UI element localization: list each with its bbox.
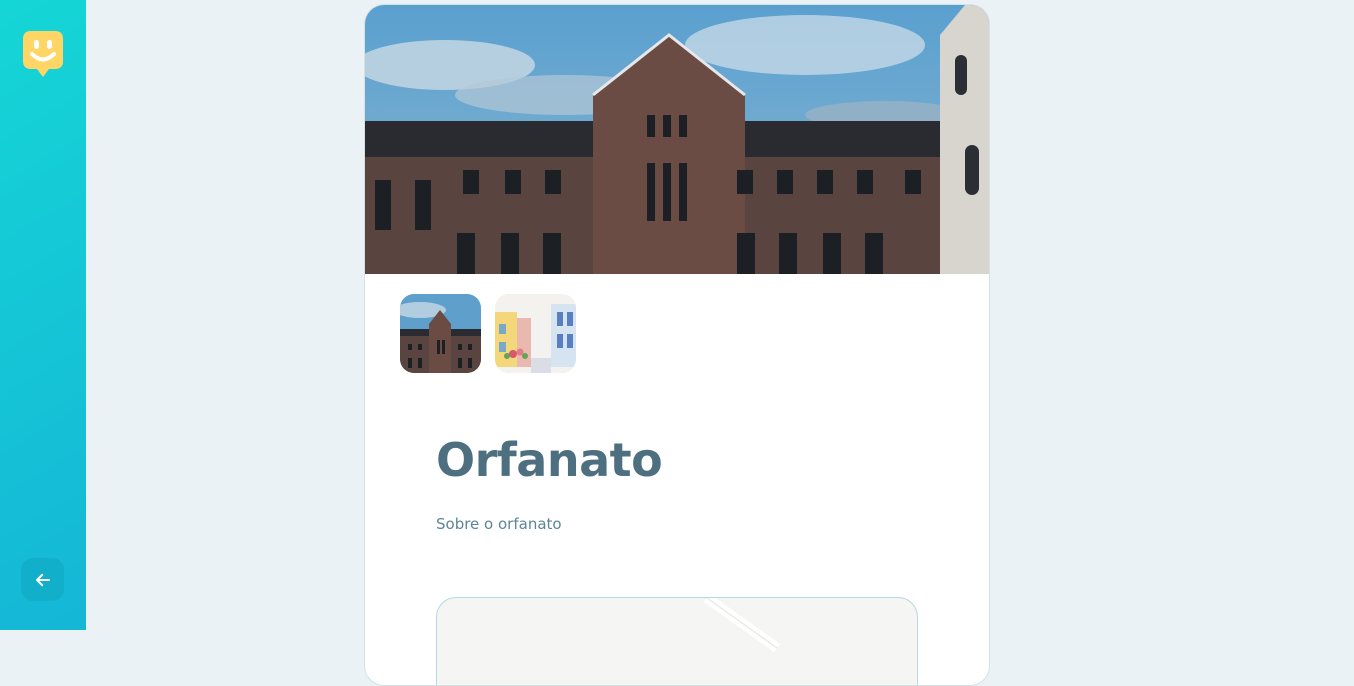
gallery-thumbnail-street[interactable] bbox=[495, 294, 576, 373]
gallery-thumbnail-building[interactable] bbox=[400, 294, 481, 373]
image-gallery bbox=[400, 294, 576, 373]
orphanage-name: Orfanato bbox=[436, 433, 663, 487]
about-orphanage-label: Sobre o orfanato bbox=[436, 515, 562, 533]
map-roads bbox=[704, 598, 780, 653]
location-map[interactable] bbox=[436, 597, 918, 685]
orphanage-hero-image bbox=[365, 5, 989, 274]
happy-face-logo-icon bbox=[21, 29, 65, 79]
orphanage-details: Orfanato Sobre o orfanato bbox=[436, 437, 918, 533]
back-button[interactable] bbox=[21, 558, 64, 601]
sidebar bbox=[0, 0, 86, 630]
orphanage-details-card: Orfanato Sobre o orfanato bbox=[364, 4, 990, 686]
arrow-left-icon bbox=[35, 573, 50, 586]
